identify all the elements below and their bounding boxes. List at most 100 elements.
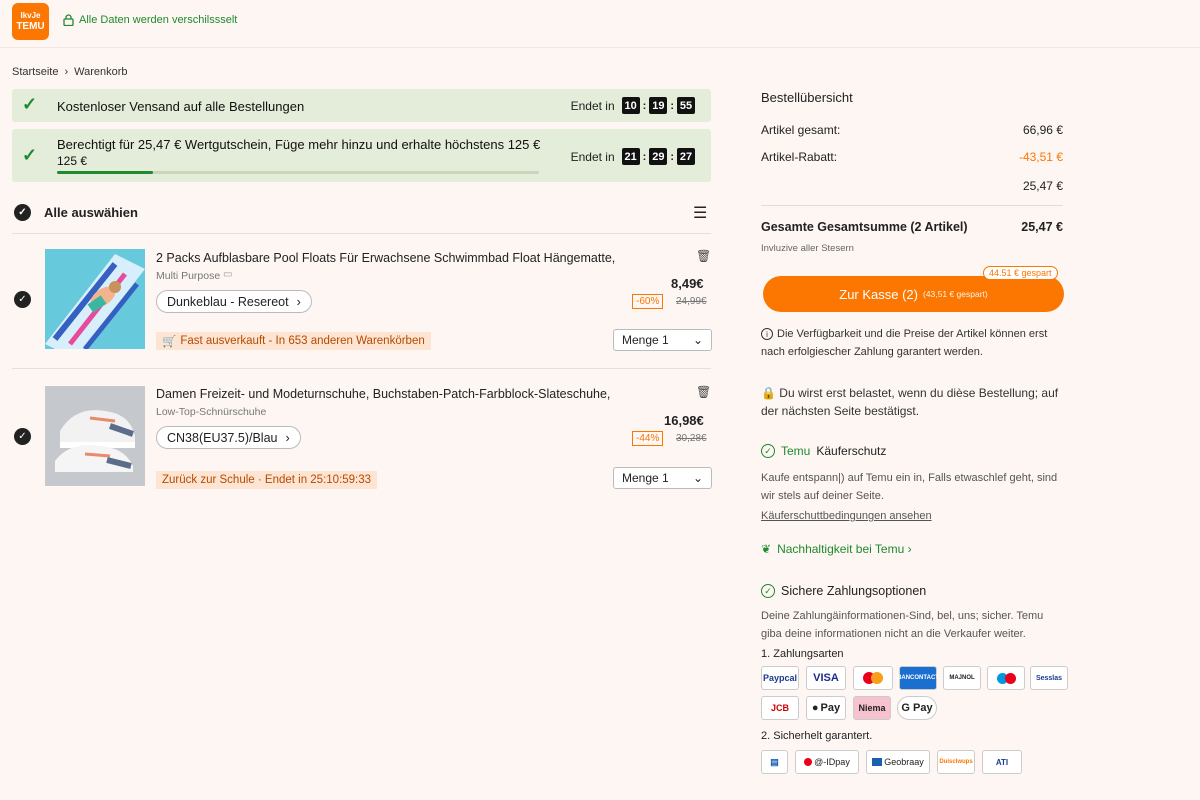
grand-total-row: Gesamte Gesamtsumme (2 Artikel) 25,47 € (761, 220, 1063, 234)
old-price: 24,99€ (676, 296, 707, 307)
product-price: 8,49€ (671, 276, 704, 291)
trash-icon[interactable]: 🗑 (696, 385, 711, 399)
countdown-timer: Endet in 10: 19: 55 (571, 97, 695, 114)
voucher-max: 125 € (57, 154, 88, 168)
check-icon: ✓ (22, 145, 38, 165)
paypal-icon: Paypcal (761, 666, 799, 690)
timer-minutes: 29 (649, 148, 668, 165)
lock-icon: 🔒 (761, 386, 776, 400)
sustainability-link[interactable]: ❦ Nachhaltigkeit bei Temu › (761, 542, 912, 556)
card-shield-icon: ▤ (761, 750, 788, 774)
top-header: IkvJe TEMU Alle Daten werden verschilsss… (0, 0, 1200, 48)
divider (12, 233, 711, 234)
pool-float-image (45, 249, 145, 349)
free-shipping-text: Kostenloser Vensand auf alle Bestellunge… (57, 99, 305, 114)
product-subtitle: Low-Top-Schnürschuhe (156, 406, 267, 418)
divider (761, 205, 1063, 206)
summary-row-discount: Artikel-Rabatt: -43,51 € (761, 150, 1063, 164)
variant-selector[interactable]: Dunkeblau - Resereot › (156, 290, 312, 313)
chevron-down-icon: ⌄ (692, 333, 703, 347)
apple-pay-icon: ● Pay (806, 696, 846, 720)
timer-hours: 21 (621, 148, 640, 165)
product-price: 16,98€ (664, 413, 704, 428)
security-badge: Geobraay (866, 750, 930, 774)
secure-payment-heading: ✓ Sichere Zahlungsoptionen (761, 584, 926, 598)
temu-logo[interactable]: IkvJe TEMU (12, 3, 49, 40)
timer-seconds: 27 (677, 148, 695, 165)
trash-icon[interactable]: 🗑 (696, 249, 711, 263)
availability-note: i Die Verfügbarkeit und die Preise der Ar… (761, 328, 1048, 358)
select-all-label: Alle auswähien (44, 205, 138, 220)
item-select-checkbox[interactable]: ✓ (14, 428, 31, 445)
discount-badge: -60% (632, 294, 664, 309)
chevron-right-icon: › (296, 294, 301, 309)
visa-icon: VISA (806, 666, 846, 690)
breadcrumb: Startseite › Warenkorb (12, 66, 128, 78)
timer-seconds: 55 (677, 97, 695, 114)
buyer-protection-heading: ✓ Temu Käuferschutz (761, 444, 886, 458)
product-title[interactable]: Damen Freizeit- und Modeturnschuhe, Buch… (156, 387, 610, 401)
info-icon: i (761, 328, 773, 340)
product-title[interactable]: 2 Packs Aufblasbare Pool Floats Für Erwa… (156, 251, 615, 265)
timer-hours: 10 (621, 97, 640, 114)
google-pay-icon: G Pay (897, 696, 937, 720)
quantity-select[interactable]: Menge 1 ⌄ (613, 467, 712, 489)
voucher-text: Berechtigt für 25,47 € Wertgutschein, Fü… (57, 137, 541, 152)
chevron-right-icon: › (285, 430, 290, 445)
product-subtitle: Multi Purpose (156, 270, 221, 282)
ati-badge: ATI (982, 750, 1022, 774)
summary-row-total-items: Artikel gesamt: 66,96 € (761, 123, 1063, 137)
protection-terms-link[interactable]: Käuferschuttbedingungen ansehen (761, 510, 932, 522)
quantity-select[interactable]: Menge 1 ⌄ (613, 329, 712, 351)
voucher-progress (57, 171, 539, 174)
product-image[interactable] (45, 249, 145, 349)
sneaker-image (45, 386, 145, 486)
idpay-badge: @-IDpay (795, 750, 859, 774)
promo-tag: Zurück zur Schule · Endet in 25:10:59:33 (156, 471, 378, 489)
stock-tag: 🛒 Fast ausverkauft - In 653 anderen Ware… (156, 332, 431, 350)
image-icon: ▭ (223, 269, 233, 280)
summary-row-voucher: 25,47 € (1022, 179, 1063, 193)
secure-notice: Alle Daten werden verschilssselt (63, 14, 237, 26)
list-view-icon[interactable]: ☰ (693, 206, 707, 222)
old-price: 30,28€ (676, 433, 707, 444)
chevron-down-icon: ⌄ (692, 471, 703, 485)
jcb-icon: JCB (761, 696, 799, 720)
mastercard-icon (853, 666, 893, 690)
divider (12, 368, 711, 369)
leaf-icon: ❦ (761, 542, 772, 556)
check-icon: ✓ (22, 94, 38, 114)
summary-title: Bestellübersicht (761, 90, 853, 105)
shield-check-icon: ✓ (761, 584, 775, 598)
product-image[interactable] (45, 386, 145, 486)
sepa-icon: Sesslas (1030, 666, 1068, 690)
checkout-button[interactable]: Zur Kasse (2) (43,51 € gespart) (763, 276, 1064, 312)
security-label: 2. Sicherhelt garantert. (761, 730, 873, 742)
cart-icon: 🛒 (162, 336, 177, 348)
klarna-icon: Niema (853, 696, 891, 720)
lock-icon (63, 14, 74, 26)
free-shipping-banner: ✓ Kostenloser Vensand auf alle Bestellun… (12, 89, 711, 122)
breadcrumb-separator: › (64, 66, 69, 78)
maestro-label-icon: MAJNOL (943, 666, 981, 690)
timer-minutes: 19 (649, 97, 668, 114)
voucher-banner: ✓ Berechtigt für 25,47 € Wertgutschein, … (12, 129, 711, 182)
check-circle-icon[interactable]: ✓ (14, 204, 31, 221)
charge-note: 🔒 Du wirst erst belastet, wenn du dièse … (761, 386, 1059, 418)
select-all[interactable]: ✓ Alle auswähien (14, 204, 138, 221)
trust-badge: Duisclwups (937, 750, 975, 774)
secure-text: Alle Daten werden verschilssselt (79, 14, 238, 26)
discount-badge: -44% (632, 431, 664, 446)
variant-selector[interactable]: CN38(EU37.5)/Blau › (156, 426, 301, 449)
breadcrumb-current: Warenkorb (74, 66, 128, 78)
breadcrumb-home[interactable]: Startseite (12, 66, 58, 78)
item-select-checkbox[interactable]: ✓ (14, 291, 31, 308)
savings-bubble: 44.51 € gespart (983, 266, 1058, 280)
countdown-timer: Endet in 21: 29: 27 (571, 148, 695, 165)
payment-types-label: 1. Zahlungsarten (761, 648, 844, 660)
tax-note: Invluzive aller Stesern (761, 243, 854, 254)
maestro-icon (987, 666, 1025, 690)
buyer-protection-text: Kaufe entspann|) auf Temu ein in, Falls … (761, 472, 1058, 502)
shield-check-icon: ✓ (761, 444, 775, 458)
bancontact-icon: BANCONTACT (897, 666, 939, 690)
